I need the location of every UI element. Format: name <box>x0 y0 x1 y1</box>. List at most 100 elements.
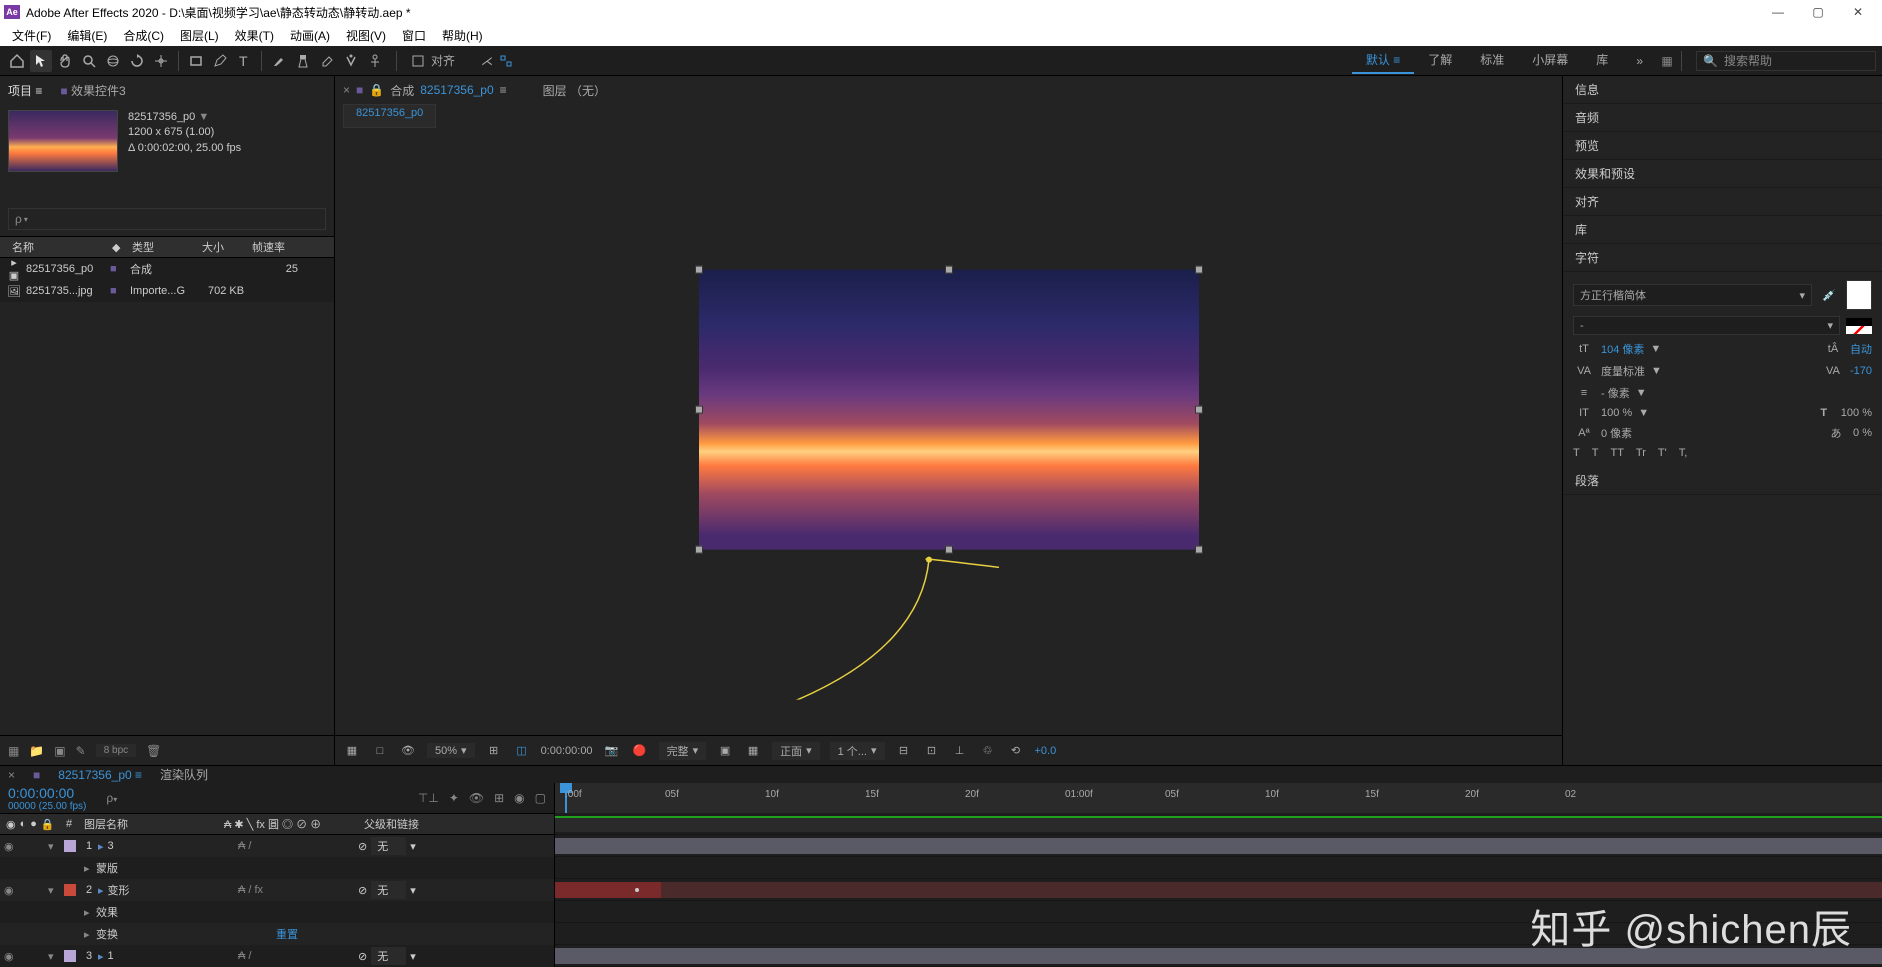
close-tab-icon[interactable]: × <box>343 83 350 97</box>
project-row[interactable]: ▸ ▣82517356_p0■合成25 <box>0 258 334 280</box>
toggle-3d-icon[interactable]: 👁 <box>399 744 417 757</box>
fast-preview-icon[interactable]: ⊡ <box>923 744 941 757</box>
text-style-button[interactable]: T <box>1573 447 1580 459</box>
panel-accordion[interactable]: 库 <box>1563 216 1882 244</box>
flowchart-icon[interactable]: ♲ <box>979 744 997 757</box>
current-time[interactable]: 0:00:00:00 <box>541 745 593 757</box>
panel-accordion[interactable]: 对齐 <box>1563 188 1882 216</box>
timeline-ruler[interactable]: :00f05f10f15f20f01:00f05f10f15f20f02 <box>555 783 1882 813</box>
rotate-tool[interactable] <box>126 50 148 72</box>
help-search[interactable]: 🔍 搜索帮助 <box>1696 51 1876 71</box>
menu-item[interactable]: 合成(C) <box>115 25 172 46</box>
reset-exposure-icon[interactable]: ⟲ <box>1007 744 1025 757</box>
panel-accordion[interactable]: 效果和预设 <box>1563 160 1882 188</box>
timeline-icon[interactable]: ⊥ <box>951 744 969 757</box>
track-work-area[interactable] <box>555 813 1882 835</box>
layer-row[interactable]: ◉▾2▸ 变形₳ / fx⊘ 无 ▾ <box>0 879 554 901</box>
orbit-tool[interactable] <box>102 50 124 72</box>
grid-icon[interactable]: ▦ <box>744 744 762 757</box>
comp-tab-menu[interactable]: ≡ <box>500 83 507 97</box>
panel-menu-icon[interactable]: ▦ <box>1657 54 1677 68</box>
close-button[interactable]: ✕ <box>1838 0 1878 24</box>
mask-path[interactable] <box>699 549 999 699</box>
shy-icon[interactable]: 👁 <box>469 791 484 805</box>
menu-item[interactable]: 窗口 <box>394 25 434 46</box>
text-tool[interactable]: T <box>233 50 255 72</box>
tab-project[interactable]: 项目 ≡ <box>8 82 42 99</box>
layer-property-row[interactable]: ▸效果 <box>0 901 554 923</box>
graph-icon[interactable]: ▢ <box>535 791 546 805</box>
eyedropper-icon[interactable]: 💉 <box>1818 289 1840 302</box>
workspace-item[interactable]: 小屏幕 <box>1518 47 1582 74</box>
views-dropdown[interactable]: 1 个... ▾ <box>830 742 885 760</box>
comp-mini-icon[interactable]: ⊤⊥ <box>418 791 439 805</box>
menu-item[interactable]: 图层(L) <box>172 25 227 46</box>
panel-accordion[interactable]: 预览 <box>1563 132 1882 160</box>
snapshot-icon[interactable]: 📷 <box>603 744 621 757</box>
text-style-button[interactable]: TT <box>1610 447 1623 459</box>
frame-blend-icon[interactable]: ⊞ <box>494 791 504 805</box>
fill-swatch[interactable] <box>1846 280 1872 310</box>
workspace-item[interactable]: 了解 <box>1414 47 1466 74</box>
timeline-close-icon[interactable]: × <box>8 768 15 782</box>
timeline-tab-render[interactable]: 渲染队列 <box>160 766 208 783</box>
interpret-icon[interactable]: ▦ <box>8 744 19 758</box>
selection-tool[interactable] <box>30 50 52 72</box>
menu-item[interactable]: 视图(V) <box>338 25 394 46</box>
timeline-tab-comp[interactable]: 82517356_p0 ≡ <box>58 768 142 782</box>
bpc-indicator[interactable]: 8 bpc <box>96 744 136 757</box>
snap-icon[interactable] <box>411 54 425 68</box>
zoom-dropdown[interactable]: 50% ▾ <box>427 743 475 758</box>
workspace-more[interactable]: » <box>1622 50 1657 72</box>
minimize-button[interactable]: ― <box>1758 0 1798 24</box>
home-tool[interactable] <box>6 50 28 72</box>
project-row[interactable]: 🖼8251735...jpg■Importe...G702 KB <box>0 280 334 302</box>
workspace-item[interactable]: 默认 ≡ <box>1352 47 1414 74</box>
stroke-swatch[interactable] <box>1846 318 1872 334</box>
comp-icon[interactable]: ▣ <box>54 744 65 758</box>
workspace-item[interactable]: 标准 <box>1466 47 1518 74</box>
timeline-search[interactable]: ρ▾ <box>106 791 117 805</box>
puppet-tool[interactable] <box>364 50 386 72</box>
panel-accordion[interactable]: 字符 <box>1563 244 1882 272</box>
menu-item[interactable]: 编辑(E) <box>59 25 115 46</box>
channel-icon[interactable]: 🔴 <box>631 744 649 757</box>
style-dropdown[interactable]: -▾ <box>1573 316 1840 335</box>
project-search[interactable]: ρ▾ <box>8 208 326 230</box>
layer-row[interactable]: ◉▾3▸ 1₳ /⊘ 无 ▾ <box>0 945 554 967</box>
zoom-tool[interactable] <box>78 50 100 72</box>
folder-icon[interactable]: 📁 <box>29 744 44 758</box>
motion-blur-icon[interactable]: ◉ <box>514 791 524 805</box>
menu-item[interactable]: 动画(A) <box>282 25 338 46</box>
maximize-button[interactable]: ▢ <box>1798 0 1838 24</box>
layer-property-row[interactable]: ▸变换重置 <box>0 923 554 945</box>
view-dropdown[interactable]: 正面 ▾ <box>772 742 820 760</box>
toggle-alpha-icon[interactable]: ▦ <box>343 744 361 757</box>
comp-tab-name[interactable]: 82517356_p0 <box>420 83 493 97</box>
roi-icon[interactable]: ◫ <box>513 744 531 757</box>
anchor-tool[interactable] <box>150 50 172 72</box>
lock-icon[interactable]: 🔒 <box>369 83 384 97</box>
eraser-tool[interactable] <box>316 50 338 72</box>
workspace-item[interactable]: 库 <box>1582 47 1622 74</box>
exposure-value[interactable]: +0.0 <box>1035 745 1057 757</box>
menu-item[interactable]: 效果(T) <box>227 25 282 46</box>
guides-icon[interactable]: ▣ <box>716 744 734 757</box>
hand-tool[interactable] <box>54 50 76 72</box>
res-full-icon[interactable]: ⊞ <box>485 744 503 757</box>
brush-tool[interactable] <box>268 50 290 72</box>
menu-item[interactable]: 帮助(H) <box>434 25 491 46</box>
composition-viewer[interactable] <box>335 128 1562 735</box>
text-style-button[interactable]: T <box>1592 447 1599 459</box>
layer-row[interactable]: ◉▾1▸ 3₳ /⊘ 无 ▾ <box>0 835 554 857</box>
snap-grid-icon[interactable] <box>499 54 513 68</box>
clone-tool[interactable] <box>292 50 314 72</box>
toggle-mask-icon[interactable]: □ <box>371 745 389 757</box>
panel-accordion[interactable]: 信息 <box>1563 76 1882 104</box>
menu-item[interactable]: 文件(F) <box>4 25 59 46</box>
text-style-button[interactable]: T, <box>1679 447 1688 459</box>
rectangle-tool[interactable] <box>185 50 207 72</box>
layer-property-row[interactable]: ▸蒙版 <box>0 857 554 879</box>
text-style-button[interactable]: Tr <box>1636 447 1646 459</box>
pen-tool[interactable] <box>209 50 231 72</box>
